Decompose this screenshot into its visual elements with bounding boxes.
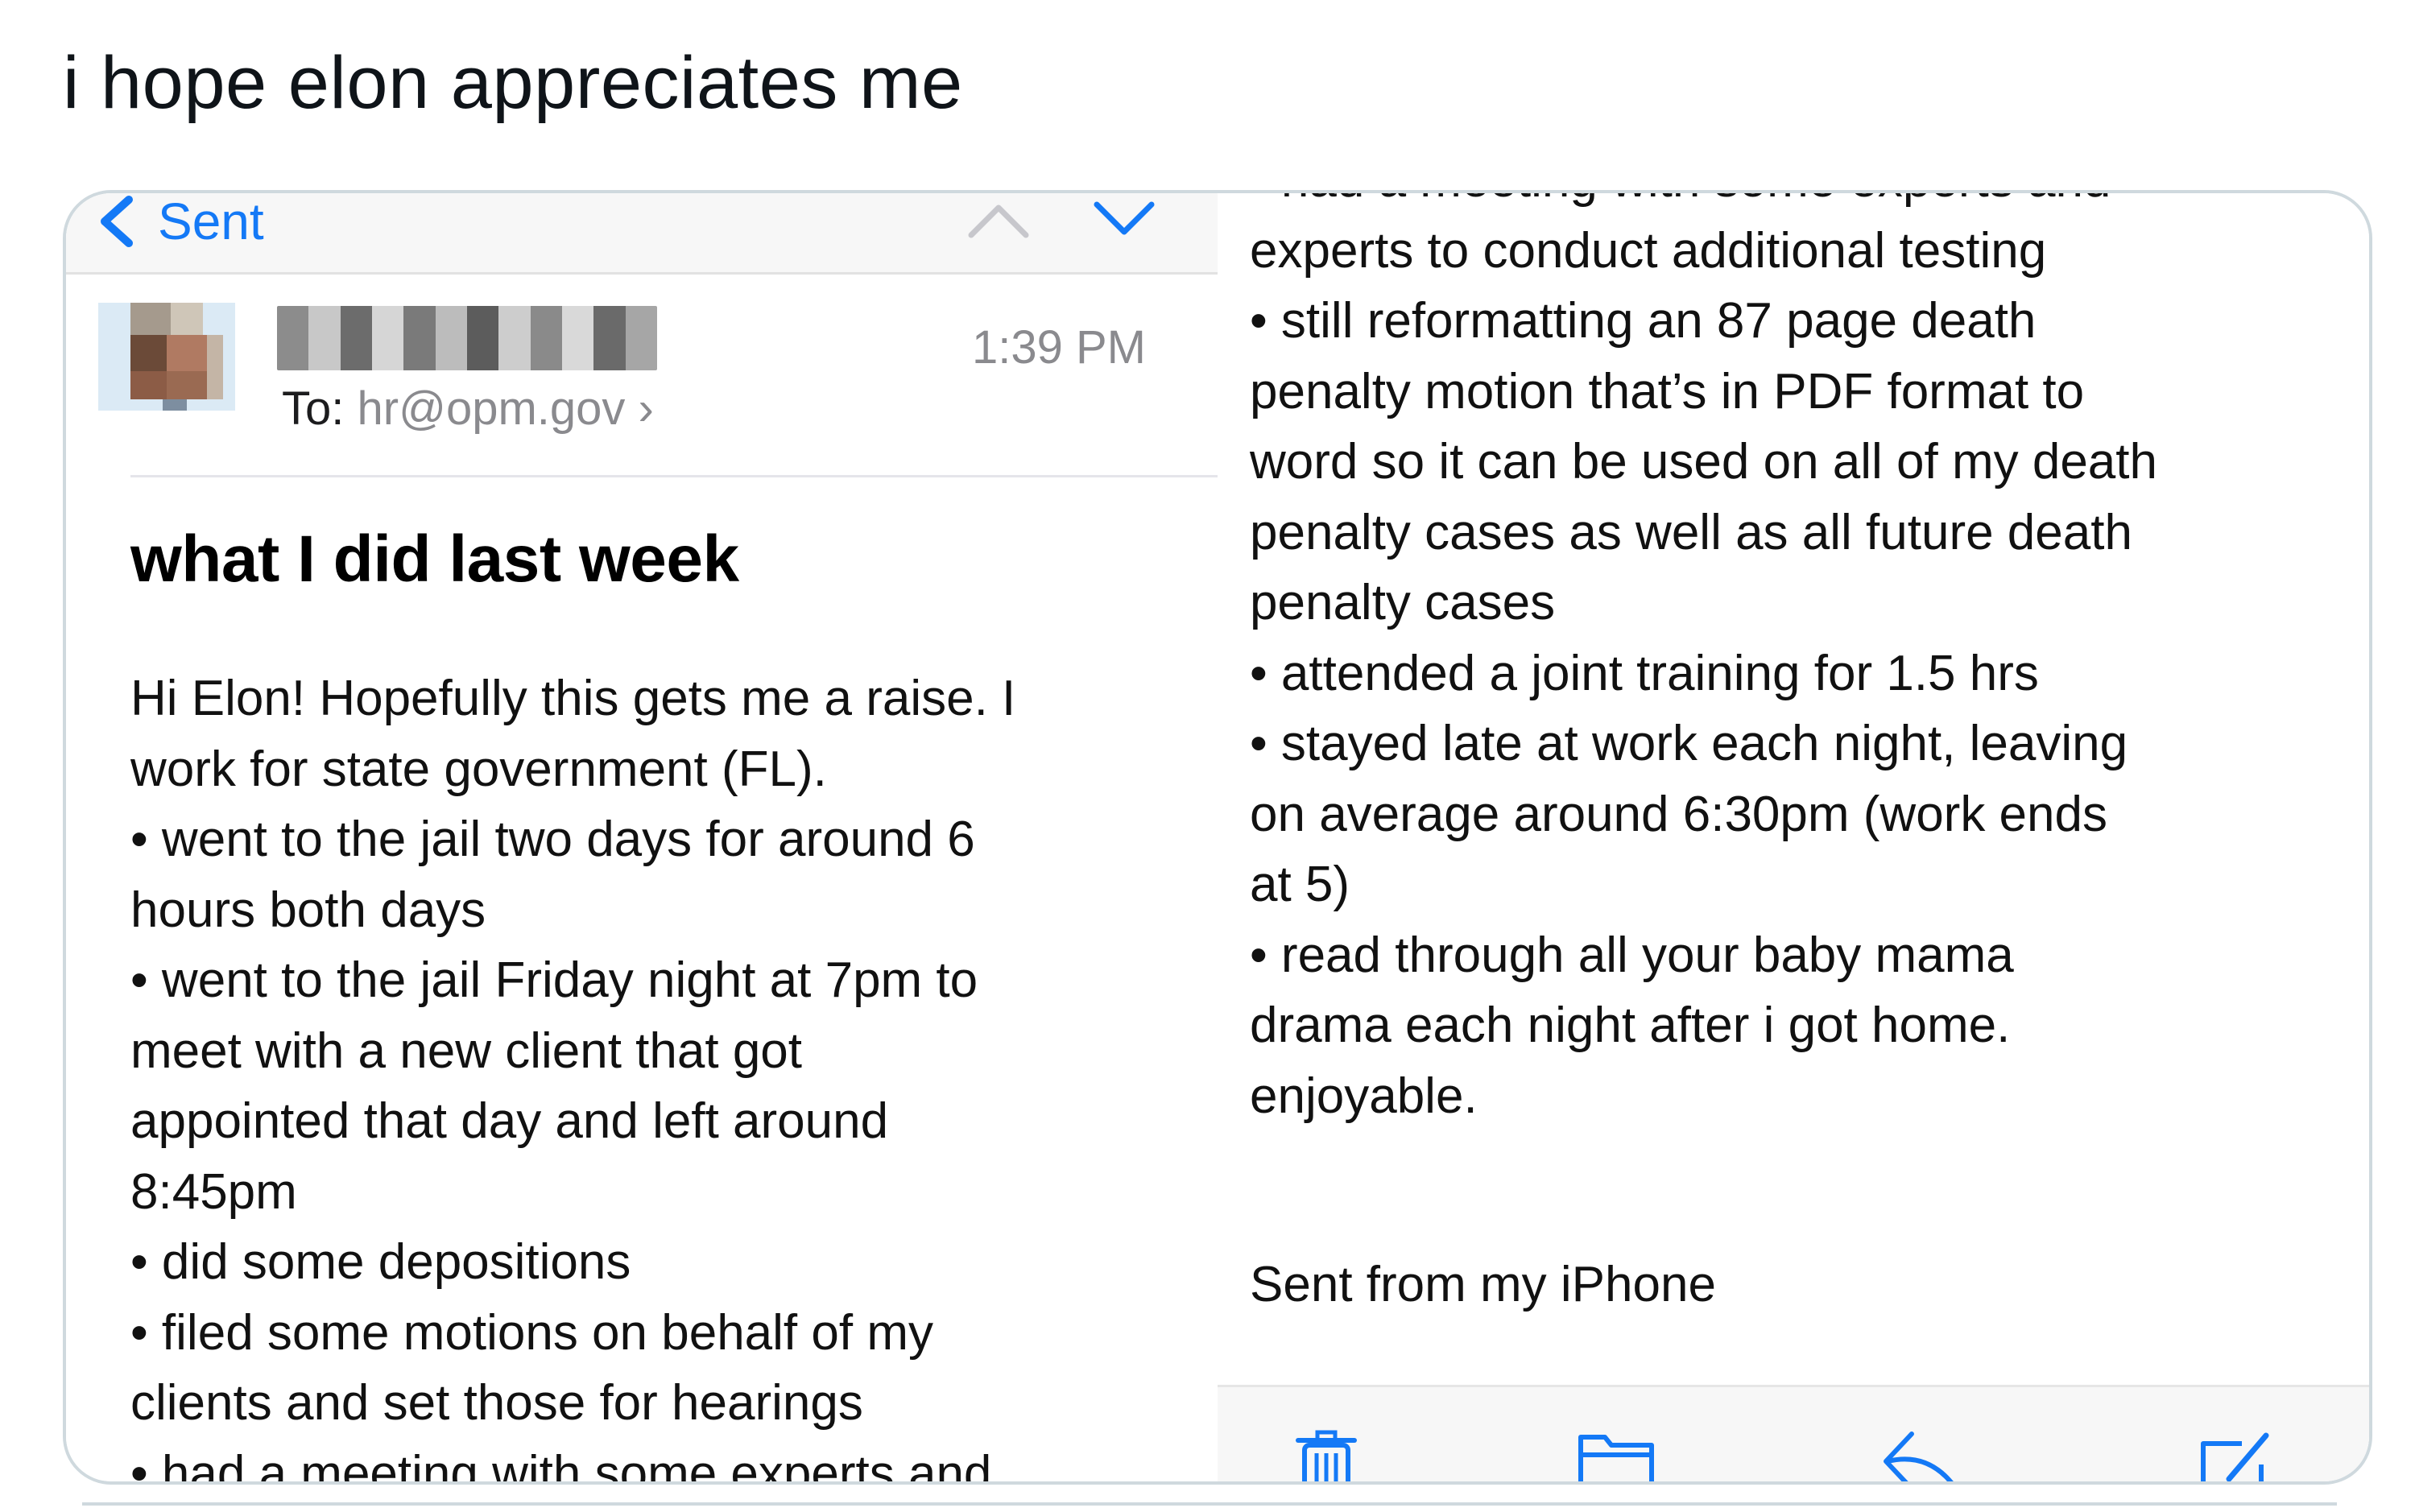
body-line: appointed that day and left around bbox=[130, 1093, 889, 1149]
back-button-label: Sent bbox=[158, 193, 264, 250]
to-label: To: bbox=[282, 382, 345, 435]
body-line: hours both days bbox=[130, 882, 486, 938]
body-line: drama each night after i got home. bbox=[1250, 998, 2011, 1053]
mail-toolbar bbox=[1218, 1385, 2369, 1481]
body-line: on average around 6:30pm (work ends bbox=[1250, 786, 2107, 842]
body-line: • had a meeting with some experts and bbox=[130, 1445, 992, 1482]
body-line: meet with a new client that got bbox=[130, 1022, 803, 1079]
body-line: • still reformatting an 87 page death bbox=[1250, 293, 2037, 349]
tweet-text: i hope elon appreciates me bbox=[63, 42, 963, 124]
body-line: enjoyable. bbox=[1250, 1068, 1478, 1124]
tweet-divider bbox=[82, 1502, 2337, 1506]
body-line: word so it can be used on all of my deat… bbox=[1250, 434, 2157, 490]
message-time: 1:39 PM bbox=[972, 321, 1146, 374]
body-line: clients and set those for hearings bbox=[130, 1375, 863, 1431]
body-line: experts to conduct additional testing bbox=[1250, 222, 2047, 279]
body-line: penalty cases bbox=[1250, 575, 1556, 630]
mail-nav-bar: Sent bbox=[66, 193, 1218, 275]
email-screenshot-right: • had a meeting with some experts and ex… bbox=[1218, 193, 2369, 1481]
compose-icon[interactable] bbox=[2194, 1429, 2274, 1481]
sender-name-redacted bbox=[277, 306, 657, 370]
email-signature: Sent from my iPhone bbox=[1250, 1257, 1716, 1312]
body-line: • went to the jail Friday night at 7pm t… bbox=[130, 952, 978, 1008]
body-line: penalty cases as well as all future deat… bbox=[1250, 504, 2132, 560]
body-line: • had a meeting with some experts and bbox=[1250, 193, 2321, 216]
recipient-line[interactable]: To: hr@opm.gov › bbox=[282, 382, 654, 436]
email-body-right: • had a meeting with some experts and ex… bbox=[1250, 193, 2321, 1131]
chevron-right-icon: › bbox=[638, 382, 654, 435]
body-line: penalty motion that’s in PDF format to bbox=[1250, 363, 2085, 419]
folder-icon[interactable] bbox=[1576, 1429, 1656, 1481]
body-line: 8:45pm bbox=[130, 1163, 297, 1220]
tweet-media-card[interactable]: Sent 1:39 PM To: hr@opm.gov › what I did… bbox=[63, 190, 2372, 1485]
email-screenshot-left: Sent 1:39 PM To: hr@opm.gov › what I did… bbox=[66, 193, 1218, 1481]
reply-icon[interactable] bbox=[1879, 1429, 1960, 1481]
body-line: • attended a joint training for 1.5 hrs bbox=[1250, 645, 2039, 701]
email-subject: what I did last week bbox=[130, 523, 739, 596]
trash-icon[interactable] bbox=[1290, 1429, 1363, 1481]
body-line: • read through all your baby mama bbox=[1250, 927, 2014, 983]
body-line: • filed some motions on behalf of my bbox=[130, 1304, 933, 1361]
chevron-left-icon bbox=[101, 196, 133, 247]
back-button[interactable]: Sent bbox=[97, 193, 264, 250]
body-line: work for state government (FL). bbox=[130, 741, 827, 797]
email-body-left: Hi Elon! Hopefully this gets me a raise.… bbox=[130, 663, 1177, 1481]
body-line: • went to the jail two days for around 6 bbox=[130, 812, 975, 867]
chevron-up-icon[interactable] bbox=[966, 196, 1031, 242]
avatar bbox=[98, 303, 235, 411]
body-line: • did some depositions bbox=[130, 1234, 631, 1290]
body-line: • stayed late at work each night, leavin… bbox=[1250, 716, 2128, 771]
chevron-down-icon[interactable] bbox=[1092, 196, 1156, 242]
body-line: at 5) bbox=[1250, 857, 1350, 912]
recipient-address[interactable]: hr@opm.gov bbox=[358, 382, 626, 435]
header-divider bbox=[130, 475, 1218, 477]
body-line: Hi Elon! Hopefully this gets me a raise.… bbox=[130, 671, 1016, 726]
